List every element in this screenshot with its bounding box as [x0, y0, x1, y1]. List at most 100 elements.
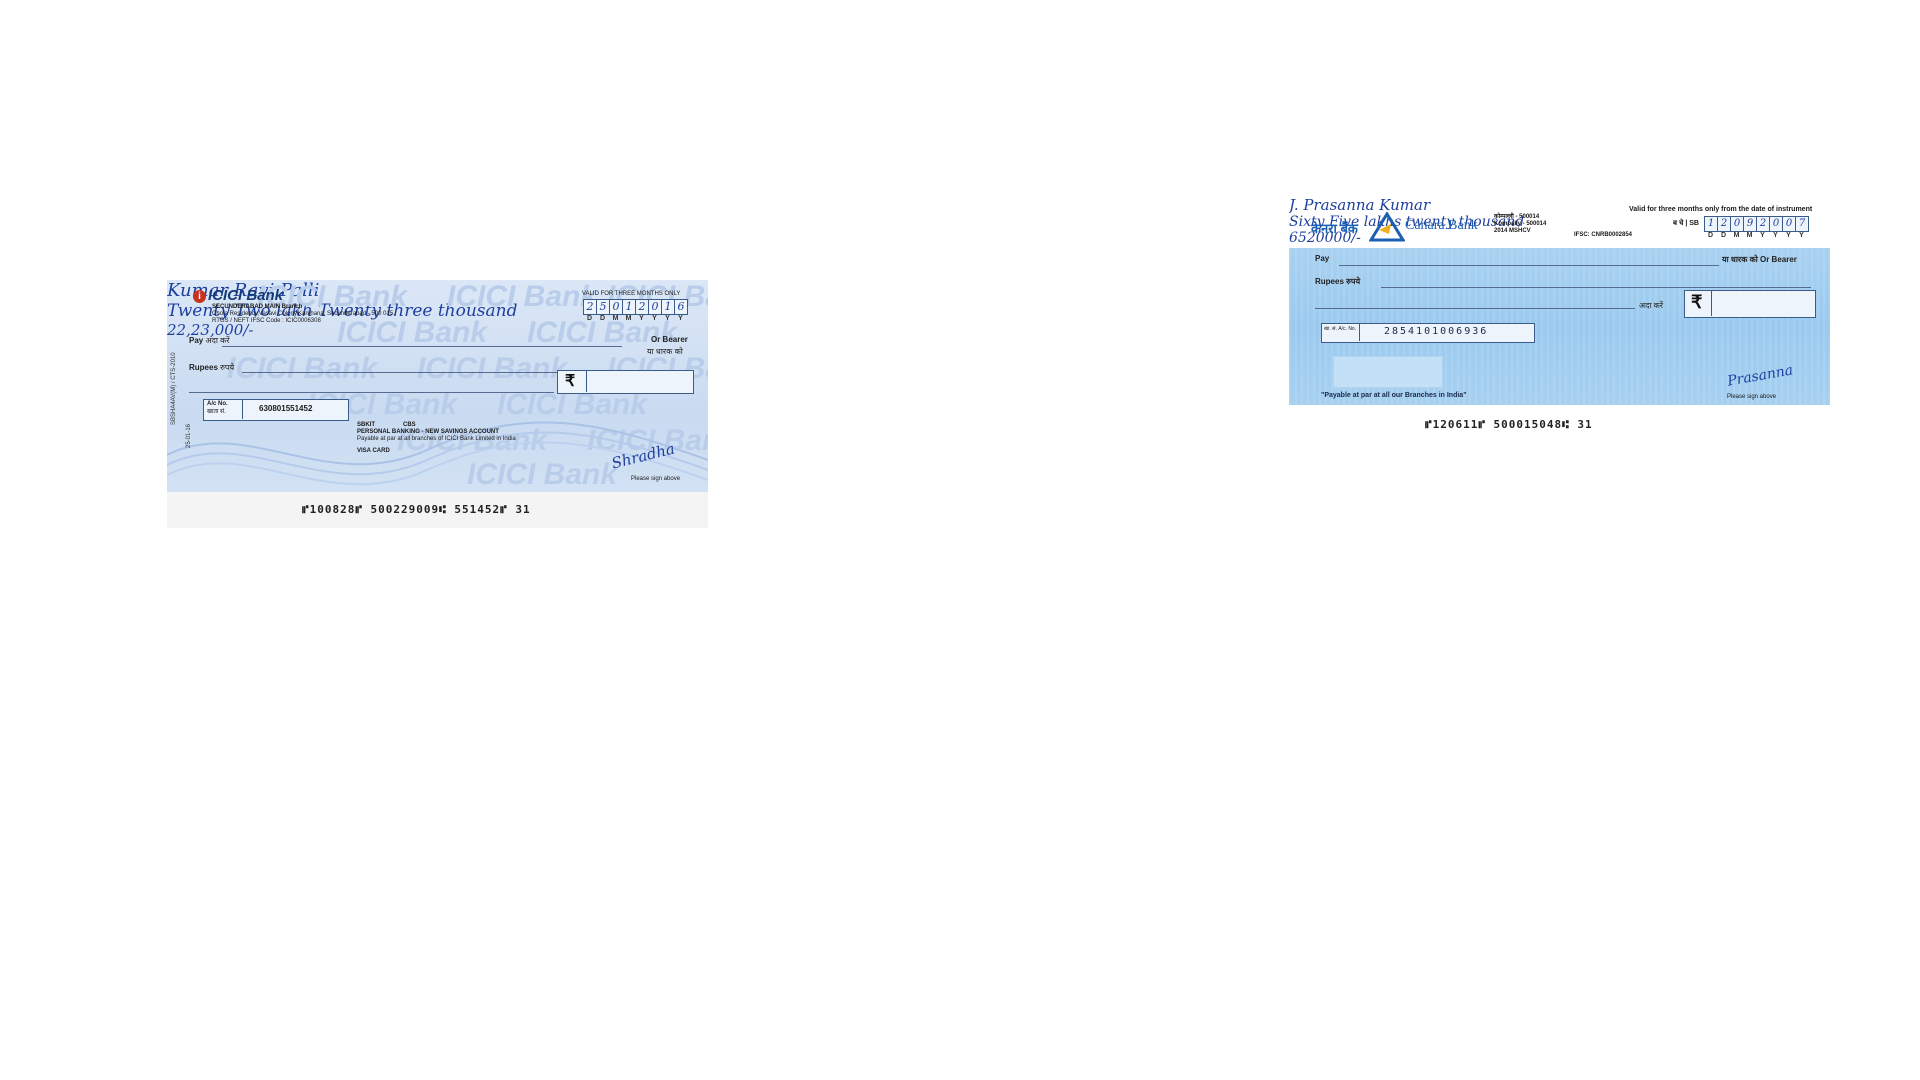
- blank-panel: [1333, 356, 1443, 388]
- branch-address-line-2: Kompally - 500014: [1494, 221, 1547, 227]
- date-format-letter: M: [612, 315, 619, 322]
- icici-logo-icon: i: [193, 290, 206, 303]
- bank-name: ICICI Bank: [208, 287, 284, 304]
- rupees-label: Rupees रुपये: [189, 362, 234, 373]
- account-box-divider: [242, 399, 243, 419]
- date-format-letter: Y: [1786, 232, 1791, 239]
- date-digit: 0: [1731, 217, 1744, 231]
- rupee-symbol: ₹: [565, 373, 576, 390]
- date-format-letter: Y: [652, 315, 657, 322]
- date-digit: 1: [662, 300, 675, 314]
- date-digit: 0: [1783, 217, 1796, 231]
- ifsc-code: IFSC: CNRB0002854: [1574, 232, 1633, 238]
- date-format-letter: Y: [1773, 232, 1778, 239]
- account-number: 2854101006936: [1384, 326, 1489, 337]
- bank-name-en: Canara Bank: [1405, 218, 1478, 233]
- rupee-symbol: ₹: [1691, 292, 1703, 312]
- or-bearer-label: Or Bearer: [651, 335, 688, 344]
- date-digit: 0: [649, 300, 662, 314]
- validity-note: Valid for three months only from the dat…: [1629, 206, 1813, 213]
- watermark-text: ICICI Bank: [447, 280, 598, 313]
- icici-logo: i ICICI Bank: [193, 287, 283, 304]
- date-digit: 2: [1718, 217, 1731, 231]
- watermark-text: ICICI Bank: [417, 352, 568, 385]
- branch-address: Chota Residency,Vasavi Colony,Karkhana, …: [212, 311, 395, 317]
- branch-address-line-1: कोम्पल्ली - 500014: [1494, 214, 1540, 220]
- branch-address-line-3: 2014 MSHCV: [1494, 228, 1531, 234]
- card-note: VISA CARD: [357, 448, 390, 454]
- amount-box-divider: [586, 370, 587, 392]
- date-format-letter: Y: [1799, 232, 1804, 239]
- side-text-2: 25-01-16: [186, 423, 192, 448]
- date-digit: 9: [1744, 217, 1757, 231]
- branch-name: SECUNDERABAD MAIN Branch: [212, 304, 303, 310]
- date-format-letter: D: [586, 315, 593, 322]
- micr-code: ⑈120611⑈ 500015048⑆ 31: [1425, 418, 1593, 431]
- watermark-text: ICICI Bank: [227, 352, 378, 385]
- amount-box-divider: [1711, 290, 1712, 316]
- date-digit: 6: [677, 300, 685, 313]
- date-format-letter: M: [625, 315, 632, 322]
- rupees-label: Rupees रुपये: [1315, 277, 1361, 286]
- branch-address: कोम्पल्ली - 500014 Kompally - 500014 201…: [1494, 214, 1546, 235]
- date-field[interactable]: 12092007: [1704, 216, 1809, 232]
- rupees-label-en: Rupees: [189, 363, 218, 372]
- payee-line: [222, 346, 622, 347]
- amount-box[interactable]: [557, 370, 694, 394]
- date-digit: 0: [610, 300, 623, 314]
- pay-hi-label: अदा करें: [1639, 301, 1664, 310]
- validity-note: VALID FOR THREE MONTHS ONLY: [582, 291, 681, 297]
- date-digit: 7: [1798, 218, 1806, 229]
- side-text: SBSHA4AV(M) / CTS-2010: [171, 352, 177, 425]
- or-bearer-label-hi: या धारक को: [647, 347, 683, 356]
- pay-label: Pay: [1315, 254, 1330, 263]
- rupees-label-hi: रुपये: [220, 363, 235, 372]
- date-digit: 2: [636, 300, 649, 314]
- canara-triangle-icon: [1369, 212, 1405, 242]
- amount-words-line-2: [189, 392, 554, 393]
- date-digit: 2: [1757, 217, 1770, 231]
- micr-band: ⑈100828⑈ 500229009⑆ 551452⑈ 31: [167, 492, 708, 528]
- pay-label: Pay अदा करें: [189, 335, 230, 346]
- date-format: DDMMYYYY: [583, 315, 687, 322]
- account-label-en: A/c No.: [207, 401, 228, 407]
- date-digit: 2: [584, 300, 597, 314]
- date-format-letter: Y: [665, 315, 670, 322]
- amount-words-line-2: [1315, 308, 1635, 309]
- micr-code: ⑈100828⑈ 500229009⑆ 551452⑈ 31: [302, 503, 531, 516]
- amount-box[interactable]: [1684, 290, 1816, 318]
- date-format-letter: D: [599, 315, 606, 322]
- date-digit: 1: [1705, 217, 1718, 231]
- watermark-text: ICICI Bank: [337, 316, 488, 349]
- sign-note: Please sign above: [631, 476, 681, 482]
- canara-cheque: केनरा बैंक Canara Bank कोम्पल्ली - 50001…: [1289, 196, 1830, 446]
- pay-label-en: Pay: [189, 336, 204, 345]
- date-format-letter: D: [1720, 232, 1727, 239]
- date-format-letter: D: [1707, 232, 1714, 239]
- date-digit: 5: [597, 300, 610, 314]
- date-format-letter: M: [1746, 232, 1753, 239]
- account-number: 630801551452: [259, 404, 313, 413]
- pay-label-hi: अदा करें: [205, 336, 230, 345]
- date-format: DDMMYYYY: [1704, 232, 1808, 239]
- ifsc-code: RTGS / NEFT IFSC Code : ICIC0006308: [212, 318, 321, 324]
- date-format-letter: Y: [639, 315, 644, 322]
- account-label: खा. सं. A/c. No.: [1324, 326, 1357, 332]
- date-format-letter: Y: [1760, 232, 1765, 239]
- account-box-divider: [1359, 323, 1360, 341]
- account-label-hi: खाता सं.: [207, 409, 226, 415]
- date-field[interactable]: 25012016: [583, 299, 688, 315]
- icici-cheque: ICICI Bank ICICI Bank ICICI Bank ICICI B…: [167, 280, 708, 528]
- account-type: PERSONAL BANKING - NEW SAVINGS ACCOUNT: [357, 429, 499, 435]
- amount-words-line-1: [1381, 287, 1811, 288]
- date-format-letter: M: [1733, 232, 1740, 239]
- date-digit: 0: [1770, 217, 1783, 231]
- bank-name-hi: केनरा बैंक: [1311, 221, 1358, 236]
- payee-line: [1339, 265, 1719, 266]
- account-code-2: CBS: [403, 422, 416, 428]
- or-bearer-label: या धारक को Or Bearer: [1722, 255, 1797, 264]
- date-digit: 1: [623, 300, 636, 314]
- payable-note: "Payable at par at all our Branches in I…: [1321, 392, 1467, 399]
- account-code-1: SBKIT: [357, 422, 375, 428]
- sign-note: Please sign above: [1727, 394, 1777, 400]
